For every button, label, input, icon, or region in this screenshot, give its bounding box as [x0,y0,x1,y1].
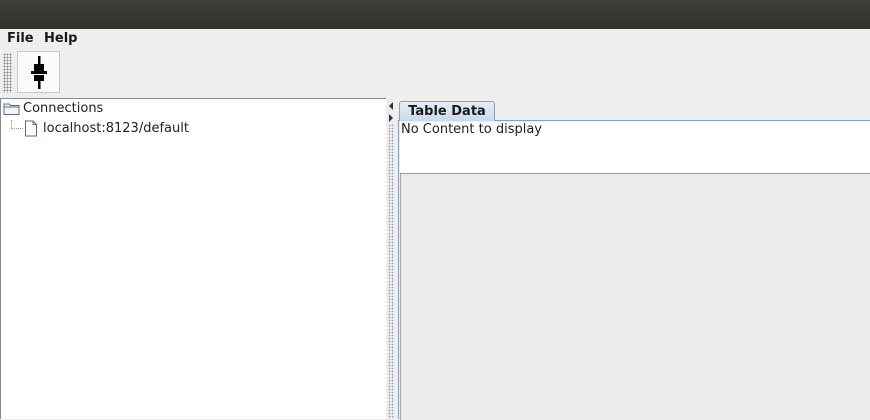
tab-table-data[interactable]: Table Data [399,101,495,121]
tree-connector-line [11,120,12,128]
split-pane-divider[interactable] [386,98,396,419]
menu-file[interactable]: File [7,31,34,46]
no-content-message: No Content to display [401,122,542,137]
tree-root-label: Connections [23,101,104,116]
tree-item-label: localhost:8123/default [43,121,189,136]
file-icon [25,120,37,137]
content-panel: No Content to display Table Data [396,98,870,420]
tree-root-connections[interactable]: Connections [3,101,103,116]
table-data-area [400,174,870,420]
menubar: File Help [0,29,870,49]
divider-grip [388,124,394,419]
collapse-right-arrow-icon[interactable] [389,114,393,122]
toolbar [0,49,870,97]
message-area: No Content to display [400,122,870,174]
tree-connector-line [11,128,23,129]
collapse-left-arrow-icon[interactable] [389,102,393,110]
tab-content: No Content to display [398,120,870,420]
connect-button[interactable] [17,51,60,93]
toolbar-grip-handle[interactable] [3,53,12,93]
tree-item-localhost[interactable]: localhost:8123/default [24,120,189,137]
plug-connect-icon [31,56,47,89]
connections-tree-panel [0,98,386,419]
menu-help[interactable]: Help [44,31,77,46]
folder-icon [3,103,20,115]
window-titlebar[interactable] [0,0,870,29]
